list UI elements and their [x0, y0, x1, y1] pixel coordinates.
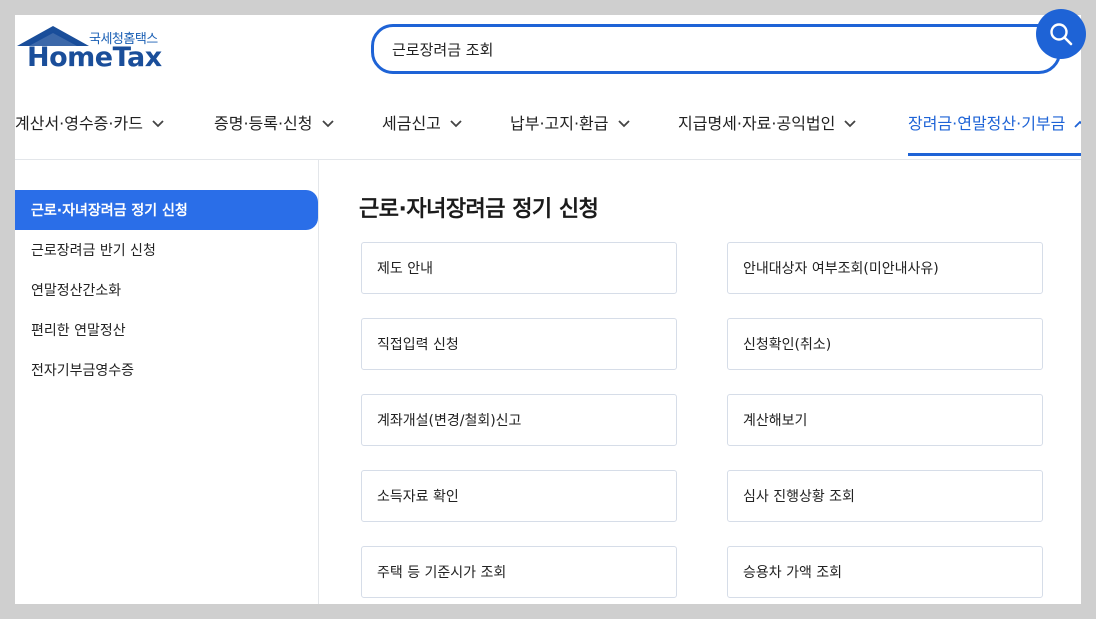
nav-item-payment-statement[interactable]: 지급명세·자료·공익법인 [678, 107, 857, 137]
search-input[interactable] [392, 36, 1032, 62]
nav-item-label: 지급명세·자료·공익법인 [678, 114, 836, 133]
card-label: 승용차 가액 조회 [743, 565, 843, 581]
card-housing-standard-price[interactable]: 주택 등 기준시가 조회 [361, 546, 677, 598]
chevron-down-icon [844, 113, 857, 132]
card-label: 소득자료 확인 [377, 489, 459, 505]
chevron-down-icon [617, 113, 630, 132]
sidebar-item-label: 근로장려금 반기 신청 [31, 243, 156, 259]
card-direct-input-application[interactable]: 직접입력 신청 [361, 318, 677, 370]
search-button[interactable] [1036, 9, 1086, 59]
main-nav: 계산서·영수증·카드 증명·등록·신청 세금신고 납부·고지·환급 지급명세·자… [15, 97, 1081, 159]
sidebar-item-half-year-application[interactable]: 근로장려금 반기 신청 [15, 230, 318, 270]
sidebar: 근로·자녀장려금 정기 신청 근로장려금 반기 신청 연말정산간소화 편리한 연… [15, 160, 319, 604]
card-label: 직접입력 신청 [377, 337, 459, 353]
nav-item-label: 장려금·연말정산·기부금 [908, 114, 1066, 133]
card-label: 신청확인(취소) [743, 337, 832, 353]
card-account-report[interactable]: 계좌개설(변경/철회)신고 [361, 394, 677, 446]
card-income-data-check[interactable]: 소득자료 확인 [361, 470, 677, 522]
nav-item-certificate-registration[interactable]: 증명·등록·신청 [214, 107, 334, 137]
sidebar-item-convenient-yearend[interactable]: 편리한 연말정산 [15, 310, 318, 350]
chevron-down-icon [152, 113, 164, 132]
card-label: 심사 진행상황 조회 [743, 489, 855, 505]
nav-item-tax-filing[interactable]: 세금신고 [382, 107, 462, 137]
card-label: 계산해보기 [743, 413, 808, 429]
nav-item-incentive-yearend[interactable]: 장려금·연말정산·기부금 [908, 107, 1081, 137]
sidebar-item-yearend-simplified[interactable]: 연말정산간소화 [15, 270, 318, 310]
card-system-guide[interactable]: 제도 안내 [361, 242, 677, 294]
card-car-value[interactable]: 승용차 가액 조회 [727, 546, 1043, 598]
nav-item-label: 세금신고 [382, 114, 441, 133]
search-bar [371, 24, 1061, 74]
chevron-up-icon [1074, 113, 1081, 132]
card-label: 제도 안내 [377, 261, 433, 277]
card-eligibility-check[interactable]: 안내대상자 여부조회(미안내사유) [727, 242, 1043, 294]
sidebar-item-label: 편리한 연말정산 [31, 323, 126, 339]
card-review-progress[interactable]: 심사 진행상황 조회 [727, 470, 1043, 522]
nav-active-underline [908, 153, 1081, 156]
sidebar-item-label: 근로·자녀장려금 정기 신청 [31, 203, 188, 219]
sidebar-item-donation-receipt[interactable]: 전자기부금영수증 [15, 350, 318, 390]
nav-item-label: 증명·등록·신청 [214, 114, 313, 133]
page-title: 근로·자녀장려금 정기 신청 [359, 197, 599, 222]
nav-item-payment-refund[interactable]: 납부·고지·환급 [510, 107, 630, 137]
hometax-logo[interactable]: 국세청홈택스 HomeTax [15, 24, 175, 76]
card-label: 주택 등 기준시가 조회 [377, 565, 507, 581]
chevron-down-icon [321, 113, 334, 132]
card-label: 안내대상자 여부조회(미안내사유) [743, 261, 939, 277]
sidebar-item-label: 전자기부금영수증 [31, 363, 135, 379]
chevron-down-icon [450, 113, 462, 132]
logo-wordmark: HomeTax [27, 42, 162, 73]
nav-item-label: 납부·고지·환급 [510, 114, 609, 133]
card-label: 계좌개설(변경/철회)신고 [377, 413, 522, 429]
card-application-confirm-cancel[interactable]: 신청확인(취소) [727, 318, 1043, 370]
sidebar-item-label: 연말정산간소화 [31, 283, 122, 299]
hometax-page: 국세청홈택스 HomeTax 계산서·영수증·카드 증명·등록·신청 세금신고 … [15, 15, 1081, 604]
card-calculator[interactable]: 계산해보기 [727, 394, 1043, 446]
nav-item-invoice-receipt-card[interactable]: 계산서·영수증·카드 [15, 107, 164, 137]
sidebar-item-regular-application[interactable]: 근로·자녀장려금 정기 신청 [15, 190, 318, 230]
nav-item-label: 계산서·영수증·카드 [15, 114, 143, 133]
search-icon [1050, 23, 1073, 46]
